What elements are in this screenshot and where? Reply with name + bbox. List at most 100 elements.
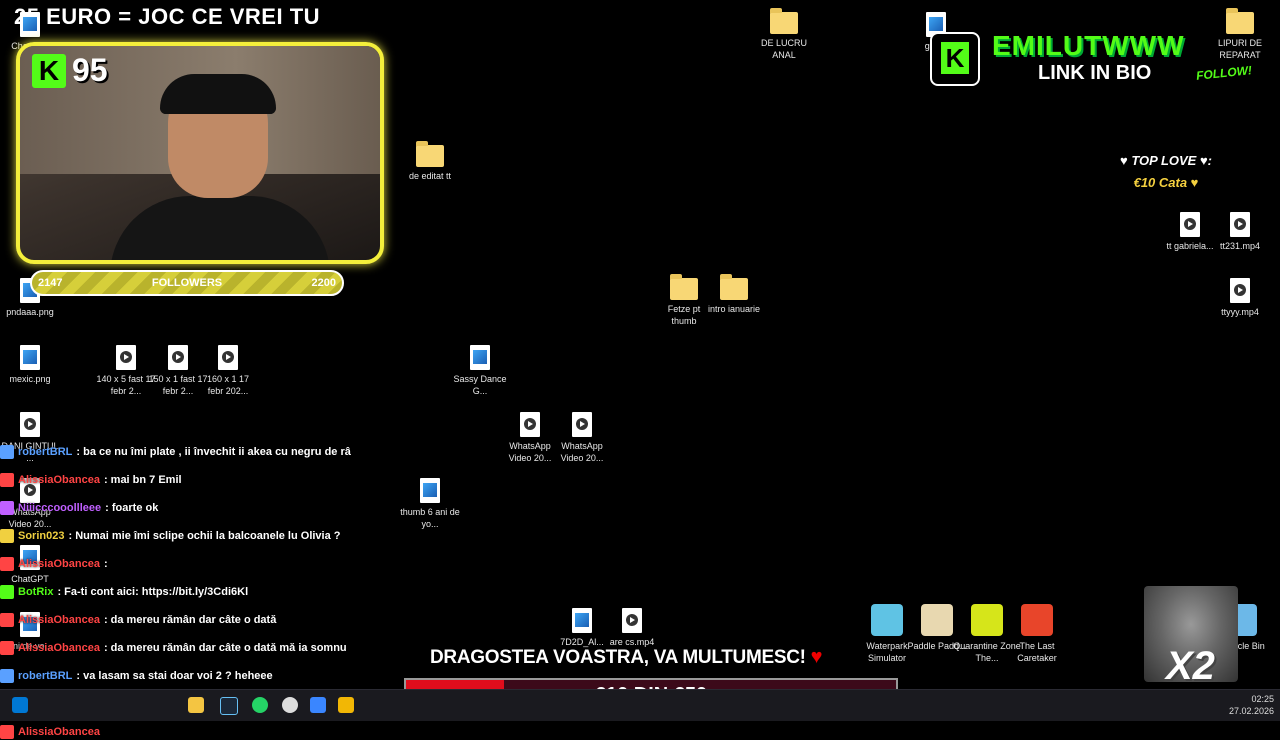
chat-username: AlissiaObancea bbox=[18, 726, 100, 738]
clock-date: 27.02.2026 bbox=[1228, 706, 1274, 716]
followers-current: 2147 bbox=[38, 277, 63, 289]
desktop-icon[interactable]: 160 x 1 17 febr 202... bbox=[198, 345, 258, 397]
video-file-icon bbox=[1180, 212, 1200, 237]
desktop-icon[interactable]: Sassy Dance G... bbox=[450, 345, 510, 397]
chat-message: BotRix: Fa-ti cont aici: https://bit.ly/… bbox=[0, 584, 248, 600]
follow-text: FOLLOW! bbox=[1195, 63, 1253, 83]
desktop-icon[interactable]: ttyyy.mp4 bbox=[1210, 278, 1270, 318]
chat-badge-icon bbox=[0, 473, 14, 487]
obs-icon[interactable] bbox=[282, 697, 298, 713]
chat-text: : ba ce nu îmi plate , ii învechit ii ak… bbox=[76, 446, 351, 458]
desktop-icon-label: Sassy Dance G... bbox=[453, 374, 507, 396]
top-love-entry: €10 Cata ♥ bbox=[1133, 175, 1199, 190]
thanks-text: DRAGOSTEA VOASTRA, VA MULTUMESC! bbox=[430, 647, 806, 668]
thanks-banner: DRAGOSTEA VOASTRA, VA MULTUMESC! ♥ bbox=[430, 646, 823, 669]
chat-message: robertBRL: va lasam sa stai doar voi 2 ?… bbox=[0, 668, 273, 684]
followers-goal-bar: 2147 FOLLOWERS 2200 bbox=[30, 270, 344, 296]
desktop-icon[interactable]: de editat tt bbox=[400, 141, 460, 182]
chat-badge-icon bbox=[0, 669, 14, 683]
video-file-icon bbox=[622, 608, 642, 633]
chat-message: AlissiaObancea: bbox=[0, 556, 108, 572]
steam-icon[interactable] bbox=[220, 697, 238, 715]
chat-text: : da mereu rămân dar câte o dată mă ia s… bbox=[103, 642, 347, 654]
chat-text: : Fa-ti cont aici: https://bit.ly/3Cdi6K… bbox=[57, 586, 249, 598]
chat-text: : bbox=[103, 558, 108, 570]
folder-icon bbox=[416, 141, 444, 167]
desktop-icon[interactable]: tt231.mp4 bbox=[1210, 212, 1270, 252]
chat-message: Niiicccooollleee: foarte ok bbox=[0, 500, 158, 516]
folder-icon bbox=[720, 274, 748, 300]
video-file-icon bbox=[520, 412, 540, 437]
start-icon[interactable] bbox=[12, 697, 28, 713]
desktop-icon-label: 140 x 5 fast 17 febr 2... bbox=[96, 374, 156, 396]
game-shortcut[interactable]: The Last Caretaker bbox=[1002, 604, 1072, 664]
desktop-icon-label: ttyyy.mp4 bbox=[1221, 307, 1259, 317]
desktop-icon[interactable]: are cs.mp4 bbox=[602, 608, 662, 648]
top-love-widget: ♥ TOP LOVE ♥: €10 Cata ♥ bbox=[1120, 150, 1212, 194]
channel-name: EMILUTWWW bbox=[992, 30, 1185, 61]
chat-username: Niiicccooollleee bbox=[18, 502, 102, 514]
image-file-icon bbox=[420, 478, 440, 503]
desktop-icon-label: tt231.mp4 bbox=[1219, 241, 1261, 251]
desktop-icon[interactable]: WhatsApp Video 20... bbox=[552, 412, 612, 464]
chat-username: robertBRL bbox=[18, 446, 73, 458]
desktop-icon[interactable]: 140 x 5 fast 17 febr 2... bbox=[96, 345, 156, 397]
chat-username: Sorin023 bbox=[18, 530, 65, 542]
kick-viewer-count: 95 bbox=[72, 52, 108, 88]
desktop-icon[interactable]: intro ianuarie bbox=[704, 274, 764, 315]
image-file-icon bbox=[572, 608, 592, 633]
chat-message: AlissiaObancea: da mereu rămân dar câte … bbox=[0, 640, 347, 656]
game-icon bbox=[1021, 604, 1053, 636]
notepad-icon[interactable] bbox=[310, 697, 326, 713]
kick-badge: K 95 bbox=[32, 52, 108, 89]
kick-logo-icon: K bbox=[32, 53, 66, 88]
desktop-icon-label: mexic.png bbox=[9, 374, 51, 384]
chat-badge-icon bbox=[0, 557, 14, 571]
chat-message: robertBRL: ba ce nu îmi plate , ii învec… bbox=[0, 444, 351, 460]
video-file-icon bbox=[168, 345, 188, 370]
chat-username: AlissiaObancea bbox=[18, 558, 100, 570]
chat-badge-icon bbox=[0, 725, 14, 739]
chat-badge-icon bbox=[0, 445, 14, 459]
chat-message: Sorin023: Numai mie îmi sclipe ochii la … bbox=[0, 528, 341, 544]
desktop-icon-label: thumb 6 ani de yo... bbox=[400, 507, 460, 529]
kick-logo-icon: K bbox=[930, 32, 980, 86]
desktop-icon[interactable]: WhatsApp Video 20... bbox=[500, 412, 560, 464]
desktop-icon-label: 160 x 1 17 febr 202... bbox=[206, 374, 250, 396]
chat-username: BotRix bbox=[18, 586, 54, 598]
streamer-body bbox=[110, 196, 330, 260]
video-file-icon bbox=[1230, 278, 1250, 303]
link-in-bio-text: LINK IN BIO bbox=[1038, 62, 1152, 84]
image-file-icon bbox=[470, 345, 490, 370]
chat-badge-icon bbox=[0, 501, 14, 515]
desktop-icon-label: de editat tt bbox=[408, 171, 452, 181]
webcam-frame: K 95 bbox=[16, 42, 384, 264]
chat-badge-icon bbox=[0, 585, 14, 599]
app-icon[interactable] bbox=[338, 697, 354, 713]
followers-label: FOLLOWERS bbox=[151, 277, 223, 289]
video-file-icon bbox=[20, 412, 40, 437]
multiplier-text: X2 bbox=[1166, 644, 1215, 688]
whatsapp-icon[interactable] bbox=[252, 697, 268, 713]
image-file-icon bbox=[20, 12, 40, 37]
chat-badge-icon bbox=[0, 641, 14, 655]
chat-username: AlissiaObancea bbox=[18, 474, 100, 486]
clock-time: 02:25 bbox=[1251, 694, 1274, 704]
desktop-icon-label: intro ianuarie bbox=[707, 304, 761, 314]
desktop-icon[interactable]: mexic.png bbox=[0, 345, 60, 385]
chat-username: robertBRL bbox=[18, 670, 73, 682]
taskbar: 02:25 27.02.2026 bbox=[0, 689, 1280, 721]
file-explorer-icon[interactable] bbox=[188, 697, 204, 713]
chat-message: AlissiaObancea: da mereu rămân dar câte … bbox=[0, 612, 276, 628]
desktop-icon-label: pndaaa.png bbox=[6, 307, 54, 317]
system-tray[interactable]: 02:25 27.02.2026 bbox=[1229, 693, 1274, 717]
game-icon bbox=[921, 604, 953, 636]
desktop-icon[interactable]: thumb 6 ani de yo... bbox=[400, 478, 460, 530]
video-file-icon bbox=[572, 412, 592, 437]
top-love-title: ♥ TOP LOVE ♥: bbox=[1120, 153, 1213, 168]
video-file-icon bbox=[1230, 212, 1250, 237]
desktop-icon-label: WhatsApp Video 20... bbox=[508, 441, 552, 463]
game-label: The Last Caretaker bbox=[1017, 641, 1057, 663]
heart-icon: ♥ bbox=[810, 646, 823, 668]
desktop-icon[interactable]: DE LUCRU ANAL bbox=[754, 8, 814, 61]
